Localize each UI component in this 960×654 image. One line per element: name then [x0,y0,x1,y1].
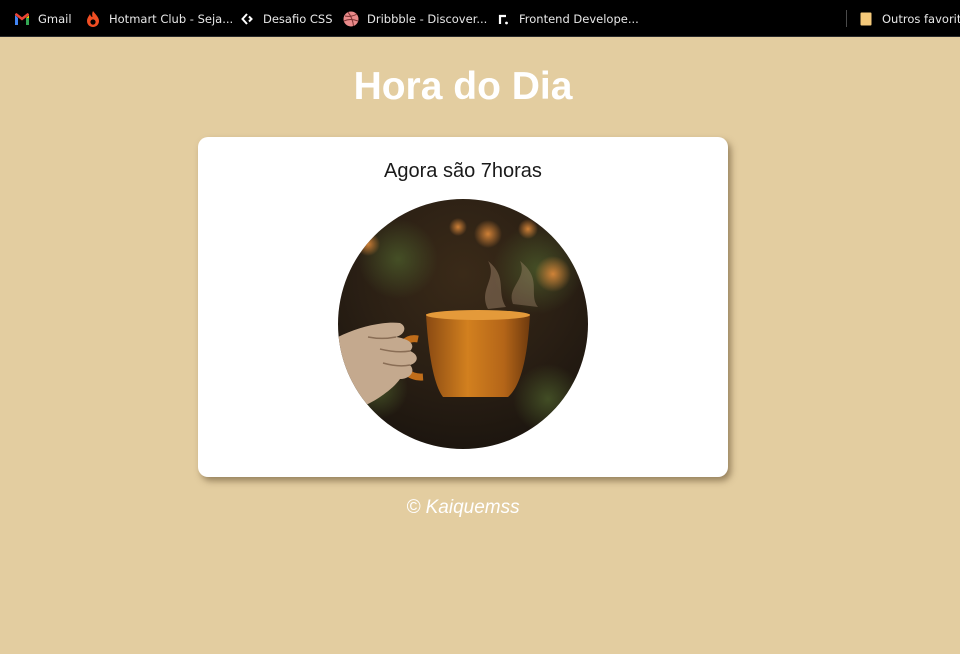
time-message: Agora são 7horas [384,160,542,182]
bookmark-hotmart[interactable]: Hotmart Club - Seja... [85,0,234,36]
bookmark-gmail[interactable]: Gmail [14,0,72,36]
bookmarks-separator [846,10,847,27]
desafio-icon [239,11,255,27]
bookmark-label: Gmail [38,11,72,26]
bookmark-label: Outros favoritos [882,11,960,26]
bookmark-frontend-mentor[interactable]: Frontend Develope... [495,0,639,36]
frontend-mentor-icon [495,11,511,27]
hotmart-icon [85,10,101,27]
bookmark-desafio-css[interactable]: Desafio CSS [239,0,333,36]
bookmarks-bar: Gmail Hotmart Club - Seja... Desafio CSS [0,0,960,37]
bookmark-dribbble[interactable]: Dribbble - Discover... [343,0,488,36]
bookmark-label: Frontend Develope... [519,11,639,26]
footer-copyright: © Kaiquemss [406,497,520,518]
page-title: Hora do Dia [353,65,573,108]
bookmark-other-favorites[interactable]: Outros favoritos [858,0,960,36]
gmail-icon [14,11,30,27]
dribbble-icon [343,11,359,27]
time-card: Agora são 7horas [198,137,728,477]
bookmark-label: Desafio CSS [263,11,333,26]
bookmark-label: Hotmart Club - Seja... [109,11,234,26]
bookmark-label: Dribbble - Discover... [367,11,488,26]
time-of-day-photo [338,199,588,449]
folder-icon [858,11,874,27]
